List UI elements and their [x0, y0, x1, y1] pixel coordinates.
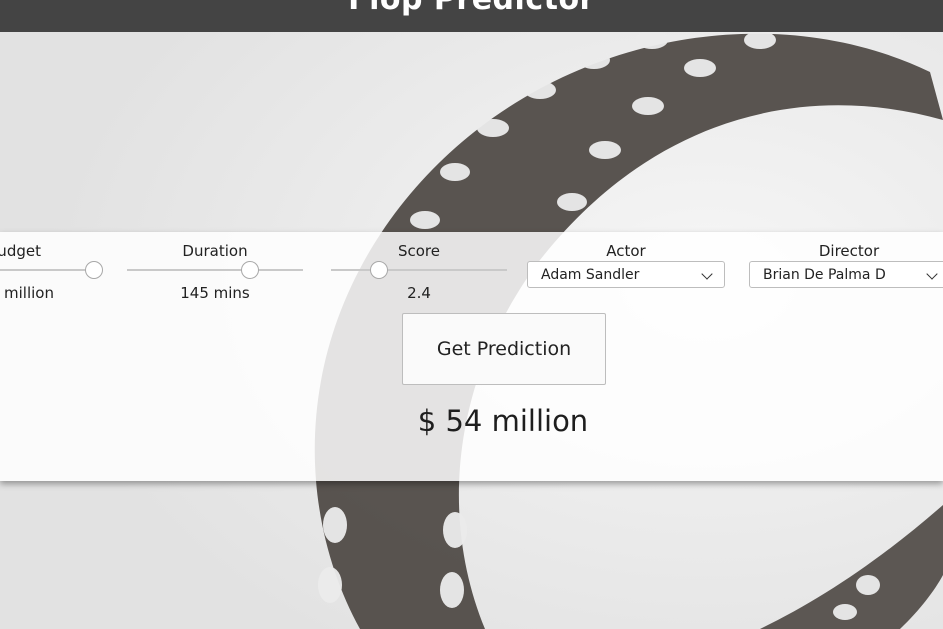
budget-slider-track — [0, 269, 94, 271]
budget-slider[interactable] — [0, 260, 103, 280]
director-field: Director — [749, 242, 943, 260]
duration-label: Duration — [182, 242, 248, 260]
page: Flop Predictor Budget million Duration 1… — [0, 0, 943, 629]
prediction-result: $ 54 million — [417, 404, 589, 438]
score-slider-thumb[interactable] — [369, 261, 388, 279]
director-label: Director — [818, 242, 880, 260]
score-slider-track — [331, 269, 507, 271]
director-select[interactable]: Brian De Palma D — [749, 261, 943, 288]
chevron-down-icon — [701, 268, 713, 280]
score-label: Score — [397, 242, 440, 260]
duration-value: 145 mins — [180, 284, 250, 302]
app-header: Flop Predictor — [0, 0, 943, 32]
score-field: Score — [331, 242, 507, 260]
score-value: 2.4 — [407, 284, 431, 302]
actor-select[interactable]: Adam Sandler — [527, 261, 725, 288]
actor-selected-value: Adam Sandler — [541, 267, 640, 283]
director-selected-value: Brian De Palma D — [763, 267, 886, 283]
duration-slider-thumb[interactable] — [241, 261, 260, 279]
duration-field: Duration — [127, 242, 303, 260]
actor-label: Actor — [606, 242, 646, 260]
budget-field: Budget — [0, 242, 94, 260]
duration-slider[interactable] — [127, 260, 303, 280]
chevron-down-icon — [926, 268, 938, 280]
budget-slider-thumb[interactable] — [85, 261, 103, 279]
app-title: Flop Predictor — [0, 0, 943, 22]
actor-field: Actor — [527, 242, 725, 260]
budget-value: million — [4, 284, 54, 302]
duration-slider-track — [127, 269, 303, 271]
prediction-form: Budget million Duration 145 mins Score 2… — [0, 232, 943, 481]
score-slider[interactable] — [331, 260, 507, 280]
budget-label: Budget — [0, 242, 41, 260]
get-prediction-button[interactable]: Get Prediction — [402, 313, 606, 385]
